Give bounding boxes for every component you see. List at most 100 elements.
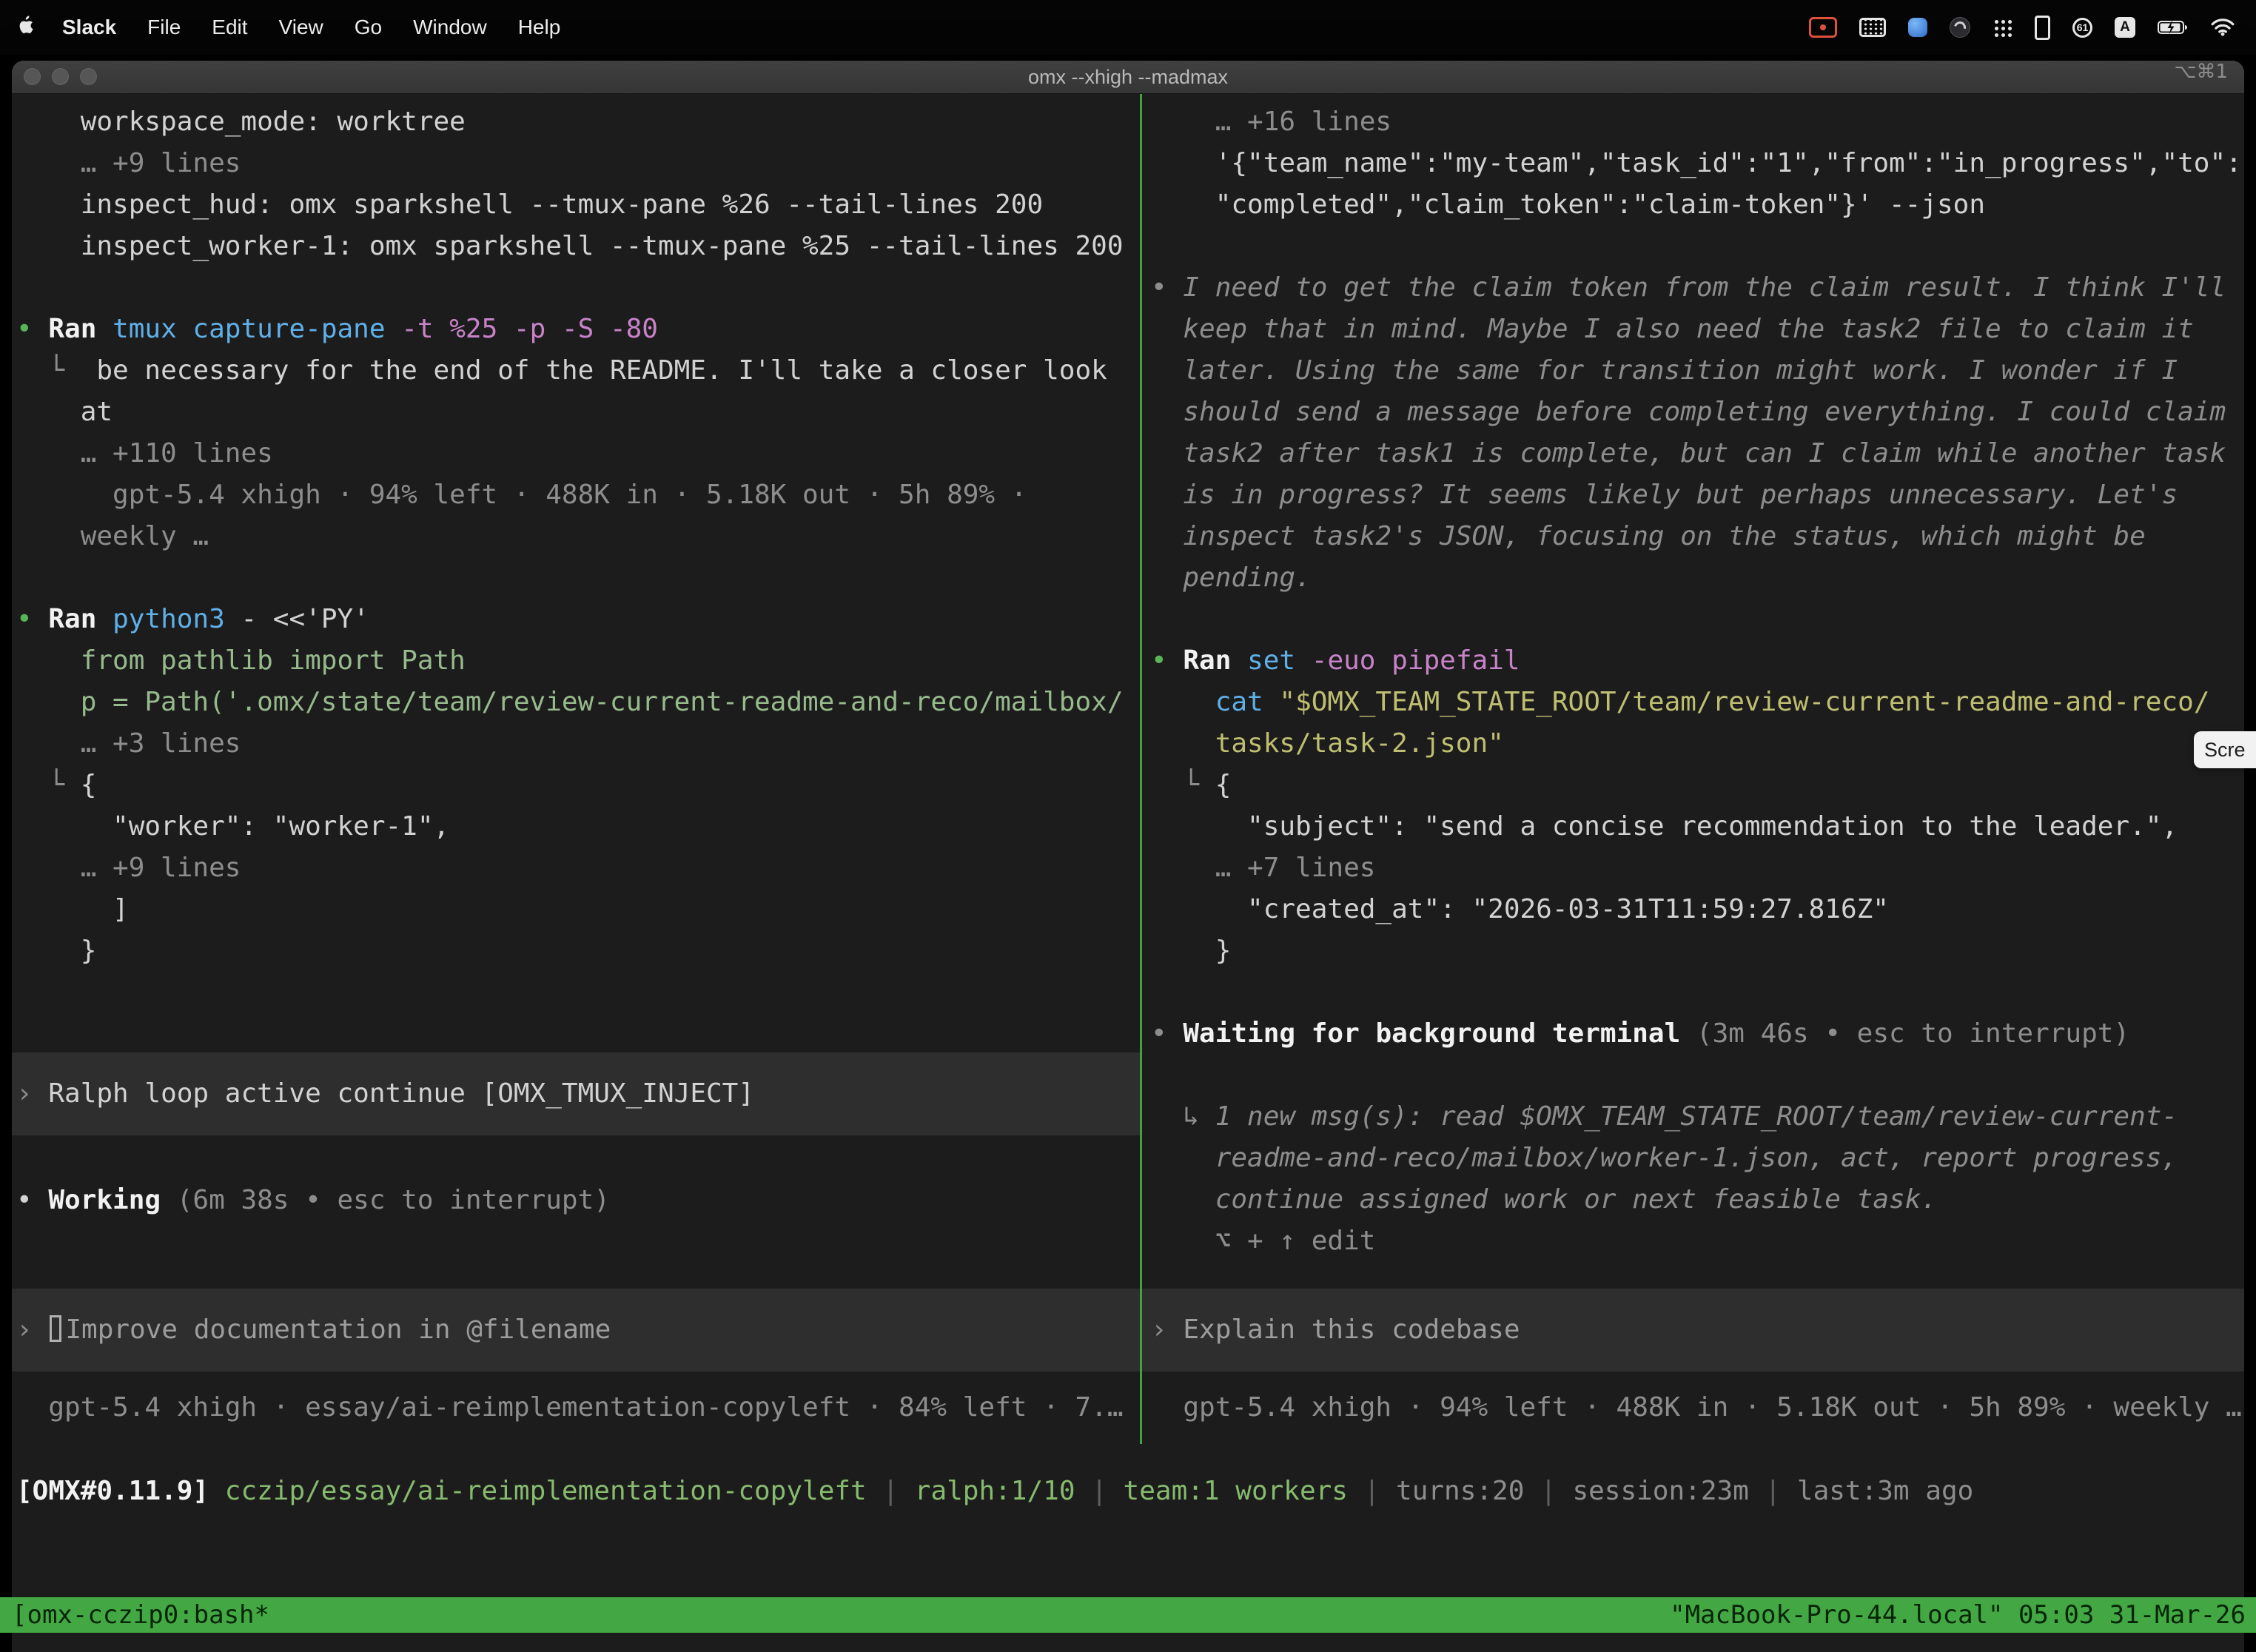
terminal-line: • Ran python3 - <<'PY' bbox=[12, 599, 1140, 640]
tmux-host-clock: "MacBook-Pro-44.local" 05:03 31-Mar-26 bbox=[1670, 1600, 2256, 1630]
text-segment: tasks/task-2.json" bbox=[1215, 728, 1504, 759]
battery-glyph-icon bbox=[2158, 19, 2189, 36]
blue-app-icon[interactable] bbox=[1897, 0, 1938, 55]
terminal-line: └ { bbox=[12, 765, 1140, 806]
keyboard-grid-icon[interactable] bbox=[1848, 0, 1897, 55]
text-segment: • bbox=[16, 314, 48, 344]
text-segment: turns:20 bbox=[1396, 1476, 1524, 1506]
menu-go[interactable]: Go bbox=[339, 0, 397, 55]
zoom-button[interactable] bbox=[80, 68, 97, 85]
text-segment: ] bbox=[113, 894, 129, 924]
terminal-line: } bbox=[1142, 930, 2244, 972]
menu-slack[interactable]: Slack bbox=[47, 0, 132, 55]
text-segment: tmux capture-pane bbox=[113, 314, 401, 344]
text-segment: p = Path('.omx/state/team/review-current… bbox=[81, 687, 1124, 717]
terminal-line: pending. bbox=[1142, 557, 2244, 599]
menu-help[interactable]: Help bbox=[503, 0, 577, 55]
text-segment: ↳ 1 new msg(s): read $OMX_TEAM_STATE_ROO… bbox=[1183, 1101, 2178, 1132]
dots-grid-icon[interactable] bbox=[1981, 0, 2024, 55]
text-segment: python3 bbox=[113, 604, 241, 634]
text-segment: | bbox=[1075, 1476, 1124, 1506]
screen-recording-indicator-icon[interactable] bbox=[1798, 0, 1848, 55]
spacer bbox=[1142, 599, 2244, 640]
text-segment: gpt-5.4 xhigh · 94% left · 488K in · 5.1… bbox=[1183, 1392, 2241, 1423]
menu-view[interactable]: View bbox=[263, 0, 339, 55]
text-segment: • bbox=[16, 1185, 48, 1215]
text-cursor bbox=[50, 1315, 61, 1342]
terminal-line: ↳ 1 new msg(s): read $OMX_TEAM_STATE_ROO… bbox=[1142, 1096, 2244, 1138]
text-segment: gpt-5.4 xhigh · essay/ai-reimplementatio… bbox=[48, 1392, 1123, 1423]
prompt-row[interactable]: › Ralph loop active continue [OMX_TMUX_I… bbox=[12, 1052, 1140, 1135]
text-segment: • bbox=[1151, 645, 1183, 676]
apple-logo-icon bbox=[18, 15, 35, 40]
close-button[interactable] bbox=[24, 68, 41, 85]
tmux-status-bar: [omx-cczip0:bash* "MacBook-Pro-44.local"… bbox=[0, 1597, 2256, 1633]
omx-status-line: [OMX#0.11.9] cczip/essay/ai-reimplementa… bbox=[12, 1471, 2244, 1512]
tmux-pane-left[interactable]: workspace_mode: worktree… +9 linesinspec… bbox=[12, 94, 1140, 1444]
text-segment: should send a message before completing … bbox=[1183, 397, 2226, 427]
device-icon[interactable] bbox=[2024, 0, 2061, 55]
terminal-line: └ be necessary for the end of the README… bbox=[12, 350, 1140, 392]
text-segment: └ bbox=[48, 770, 80, 800]
terminal-line: task2 after task1 is complete, but can I… bbox=[1142, 433, 2244, 474]
spacer bbox=[12, 1371, 1140, 1387]
input-source-icon[interactable]: A bbox=[2104, 0, 2146, 55]
terminal-line: cat "$OMX_TEAM_STATE_ROOT/team/review-cu… bbox=[1142, 682, 2244, 723]
menu-edit[interactable]: Edit bbox=[196, 0, 263, 55]
tmux-pane-right[interactable]: … +16 lines'{"team_name":"my-team","task… bbox=[1142, 94, 2244, 1444]
terminal-line: p = Path('.omx/state/team/review-current… bbox=[12, 682, 1140, 723]
text-segment: › bbox=[1151, 1314, 1183, 1345]
text-segment: (6m 38s • esc to interrupt) bbox=[177, 1185, 610, 1215]
text-segment: [omx-cczip0:bash* bbox=[12, 1600, 269, 1630]
spacer bbox=[12, 1221, 1140, 1289]
terminal-line: … +9 lines bbox=[12, 143, 1140, 184]
text-segment: "subject": "send a concise recommendatio… bbox=[1247, 811, 2178, 842]
menu-file[interactable]: File bbox=[132, 0, 196, 55]
swirl-app-icon[interactable] bbox=[1938, 0, 1981, 55]
battery-icon[interactable] bbox=[2146, 0, 2200, 55]
spacer bbox=[1142, 1262, 2244, 1289]
text-segment: task2 after task1 is complete, but can I… bbox=[1183, 438, 2226, 469]
screen-share-pill[interactable]: Scre bbox=[2194, 731, 2256, 768]
terminal-line: • Ran set -euo pipefail bbox=[1142, 640, 2244, 682]
terminal-line: • Working (6m 38s • esc to interrupt) bbox=[12, 1180, 1140, 1221]
text-segment: at bbox=[81, 397, 113, 427]
blue-glyph-icon bbox=[1908, 18, 1927, 37]
terminal-line: … +3 lines bbox=[12, 723, 1140, 765]
spacer bbox=[1142, 226, 2244, 267]
terminal-line: … +110 lines bbox=[12, 433, 1140, 474]
menu-window[interactable]: Window bbox=[397, 0, 503, 55]
text-segment: inspect_hud: omx sparkshell --tmux-pane … bbox=[81, 189, 1043, 220]
text-segment: | bbox=[1524, 1476, 1572, 1506]
minimize-button[interactable] bbox=[52, 68, 69, 85]
text-segment: is in progress? It seems likely but perh… bbox=[1183, 480, 2178, 510]
prompt-row[interactable]: › Explain this codebase bbox=[1142, 1289, 2244, 1371]
terminal-line: "worker": "worker-1", bbox=[12, 806, 1140, 847]
window-shortcut-hint: ⌥⌘1 bbox=[2174, 61, 2228, 93]
terminal-line: is in progress? It seems likely but perh… bbox=[1142, 474, 2244, 516]
wifi-icon[interactable] bbox=[2200, 0, 2246, 55]
terminal-line: • Waiting for background terminal (3m 46… bbox=[1142, 1013, 2244, 1055]
window-titlebar[interactable]: omx --xhigh --madmax ⌥⌘1 bbox=[12, 61, 2244, 94]
badge-61-icon[interactable]: 61 bbox=[2061, 0, 2104, 55]
text-segment: … +110 lines bbox=[81, 438, 273, 469]
text-segment: team:1 workers bbox=[1124, 1476, 1348, 1506]
terminal-line: "subject": "send a concise recommendatio… bbox=[1142, 806, 2244, 847]
text-segment: (3m 46s • esc to interrupt) bbox=[1696, 1018, 2129, 1049]
text-segment: { bbox=[1215, 770, 1232, 800]
text-segment: Working bbox=[48, 1185, 176, 1215]
text-segment: -euo pipefail bbox=[1312, 645, 1520, 676]
prompt-row[interactable]: › Improve documentation in @filename bbox=[12, 1289, 1140, 1371]
text-segment: | bbox=[1749, 1476, 1797, 1506]
phone-glyph-icon bbox=[2035, 16, 2050, 40]
text-segment: Ran bbox=[1183, 645, 1247, 676]
apple-menu[interactable] bbox=[10, 0, 47, 55]
terminal-window: omx --xhigh --madmax ⌥⌘1 workspace_mode:… bbox=[12, 61, 2244, 1652]
menubar-status-icons: 61 A bbox=[1798, 0, 2246, 55]
text-segment: -t %25 -p -S -80 bbox=[401, 314, 658, 344]
text-segment: session:23m bbox=[1572, 1476, 1748, 1506]
text-segment: - <<'PY' bbox=[241, 604, 369, 634]
spacer bbox=[1142, 972, 2244, 1013]
terminal-line: … +16 lines bbox=[1142, 101, 2244, 143]
terminal-line: should send a message before completing … bbox=[1142, 392, 2244, 433]
